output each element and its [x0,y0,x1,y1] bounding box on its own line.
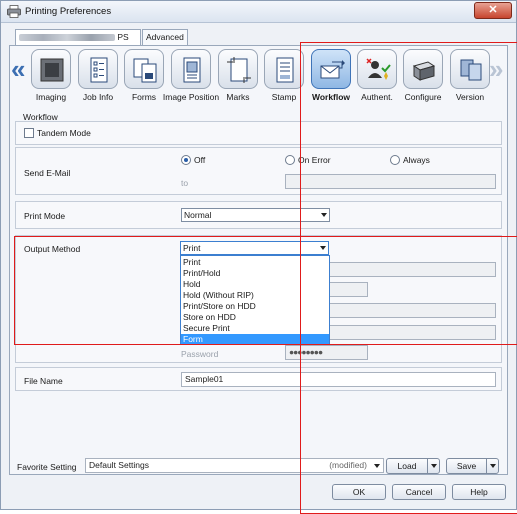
send-email-group: Send E-Mail Off On Error Always to [15,147,502,195]
window-title: Printing Preferences [25,6,112,17]
send-email-to-label: to [181,178,189,188]
forms-icon [133,58,157,83]
tandem-mode-label: Tandem Mode [37,128,91,138]
send-email-off-radio[interactable] [181,155,191,165]
output-method-option-hold[interactable]: Hold [181,279,329,290]
tandem-mode-group: Tandem Mode [15,121,502,145]
send-email-to-field[interactable] [285,174,496,189]
toolbar-item-label: Version [455,92,485,102]
printing-preferences-window: Printing Preferences ✕ PS Advanced « Ima… [0,0,517,510]
send-email-label: Send E-Mail [24,168,71,178]
function-toolbar: « Imaging Job Info Forms Image Position … [11,47,507,105]
chevron-down-icon [374,464,380,468]
favorite-setting-label: Favorite Setting [17,462,77,472]
favorite-setting-select[interactable]: Default Settings (modified) [85,458,384,473]
help-button[interactable]: Help [452,484,506,500]
ok-button[interactable]: OK [332,484,386,500]
output-method-option-form[interactable]: Form [181,334,329,345]
scroll-left-icon[interactable]: « [11,56,25,82]
send-email-always-radio[interactable] [390,155,400,165]
tab-ps[interactable]: PS [15,29,141,46]
output-method-option-store-on-hdd[interactable]: Store on HDD [181,312,329,323]
save-menu-chevron-icon[interactable] [486,459,498,473]
modified-indicator: (modified) [329,460,367,470]
stamp-icon [276,57,294,83]
send-email-off-label: Off [194,155,206,165]
imaging-icon [40,58,64,82]
toolbar-item-version[interactable]: Version [446,47,494,105]
output-method-value: Print [183,243,201,253]
image-position-icon [183,57,201,83]
tab-ps-label: PS [117,32,129,42]
workflow-icon [320,60,345,79]
output-method-option-hold-without-rip[interactable]: Hold (Without RIP) [181,290,329,301]
scroll-right-icon: » [489,54,504,84]
password-field[interactable]: ●●●●●●●● [285,345,368,360]
favorite-setting-bar: Favorite Setting Default Settings (modif… [9,455,508,477]
close-button[interactable]: ✕ [474,2,512,19]
save-button-label: Save [456,461,477,471]
version-icon [460,59,482,81]
favorite-setting-value: Default Settings [89,460,150,470]
tab-advanced[interactable]: Advanced [142,29,188,45]
configure-icon [412,61,436,81]
cancel-button[interactable]: Cancel [392,484,446,500]
job-info-icon [90,57,108,83]
authentication-icon [366,58,391,80]
print-mode-value: Normal [184,210,212,220]
print-mode-group: Print Mode Normal [15,201,502,229]
load-button[interactable]: Load [386,458,440,474]
print-mode-select[interactable]: Normal [181,208,330,222]
send-email-on-error-label: On Error [298,155,331,165]
marks-icon [227,57,251,83]
file-name-field[interactable]: Sample01 [181,372,496,387]
file-name-group: File Name Sample01 [15,367,502,391]
password-label: Password [181,349,219,359]
tandem-mode-checkbox[interactable] [24,128,34,138]
chevron-down-icon [321,213,327,217]
save-button[interactable]: Save [446,458,499,474]
send-email-always-label: Always [403,155,430,165]
output-method-dropdown-list: Print Print/Hold Hold Hold (Without RIP)… [180,255,330,345]
print-mode-label: Print Mode [24,211,66,221]
file-name-label: File Name [24,376,63,386]
load-menu-chevron-icon[interactable] [427,459,439,473]
output-method-option-print-store-on-hdd[interactable]: Print/Store on HDD [181,301,329,312]
output-method-option-secure-print[interactable]: Secure Print [181,323,329,334]
send-email-on-error-radio[interactable] [285,155,295,165]
title-bar: Printing Preferences ✕ [1,1,516,23]
output-method-select[interactable]: Print [180,241,329,255]
output-method-option-print[interactable]: Print [181,257,329,268]
output-method-option-print-hold[interactable]: Print/Hold [181,268,329,279]
output-method-label: Output Method [24,244,81,254]
redacted-printer-name [19,34,115,41]
chevron-down-icon [320,246,326,250]
load-button-label: Load [397,461,417,471]
printer-icon [7,5,21,18]
